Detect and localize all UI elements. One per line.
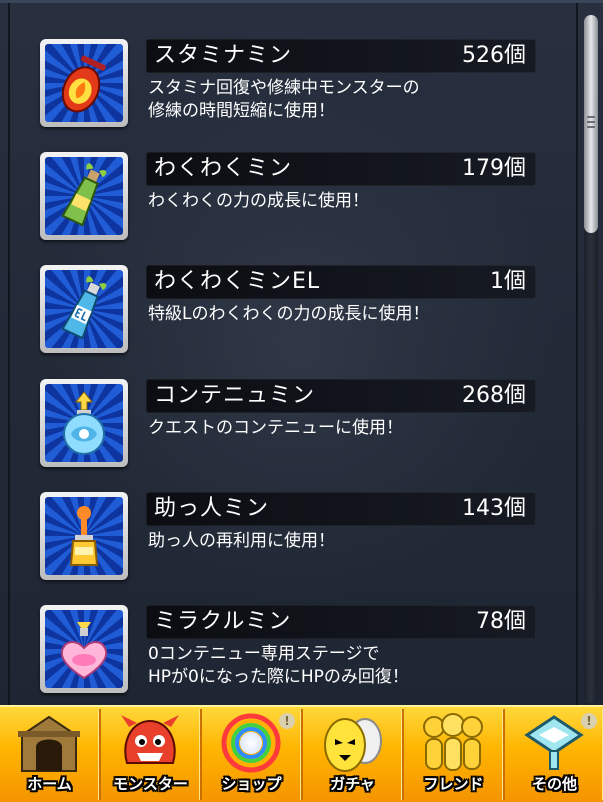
list-item-continue-min[interactable]: コンテニュミン 268個 クエストのコンテニューに使用！ <box>40 379 540 477</box>
item-description: 特級Lのわくわくの力の成長に使用！ <box>148 304 430 324</box>
item-name: わくわくミンEL <box>154 269 321 294</box>
tab-friend[interactable]: フレンド <box>404 709 505 800</box>
item-name: わくわくミン <box>154 156 293 181</box>
stamina-potion-icon <box>61 55 106 113</box>
item-name: コンテニュミン <box>154 383 316 408</box>
scrollbar[interactable] <box>584 15 598 703</box>
item-name: ミラクルミン <box>154 609 292 634</box>
notice-icon: ! <box>279 713 295 729</box>
item-name-bar: わくわくミン 179個 <box>146 152 536 186</box>
item-count: 268個 <box>462 383 526 408</box>
item-description: クエストのコンテニューに使用！ <box>148 418 403 438</box>
item-description: わくわくの力の成長に使用！ <box>148 191 369 211</box>
item-name: 助っ人ミン <box>154 496 270 521</box>
item-name: スタミナミン <box>154 43 293 68</box>
friends-icon <box>423 713 483 771</box>
others-icon <box>524 715 584 770</box>
list-item-miracle-min[interactable]: ミラクルミン 78個 0コンテニュー専用ステージで HPが0になった際にHPのみ… <box>40 605 540 703</box>
tab-shop[interactable]: ! ショップ <box>202 709 303 800</box>
item-icon-frame <box>40 152 128 240</box>
green-bottle-icon <box>61 163 107 227</box>
item-description: 0コンテニュー専用ステージで HPが0になった際にHPのみ回復！ <box>148 644 409 687</box>
item-count: 179個 <box>462 156 526 181</box>
tab-label: ショップ <box>221 775 282 793</box>
list-item-stamina-min[interactable]: スタミナミン 526個 スタミナ回復や修練中モンスターの 修練の時間短縮に使用！ <box>40 39 540 137</box>
item-name-bar: コンテニュミン 268個 <box>146 379 536 413</box>
rainbow-orb-icon <box>221 713 281 773</box>
el-bottle-icon <box>61 276 107 340</box>
list-item-wakuwaku-min[interactable]: わくわくミン 179個 わくわくの力の成長に使用！ <box>40 152 540 250</box>
tab-label: モンスター <box>113 775 188 793</box>
item-list-panel: スタミナミン 526個 スタミナ回復や修練中モンスターの 修練の時間短縮に使用！ <box>0 0 603 708</box>
item-count: 1個 <box>490 269 526 294</box>
list-item-wakuwaku-min-el[interactable]: わくわくミンEL 1個 特級Lのわくわくの力の成長に使用！ <box>40 265 540 363</box>
scroll-grip-line <box>587 121 595 123</box>
item-icon-frame <box>40 379 128 467</box>
scroll-grip-line <box>587 126 595 128</box>
tab-label: フレンド <box>423 775 484 793</box>
notice-icon: ! <box>581 713 597 729</box>
item-name-bar: わくわくミンEL 1個 <box>146 265 536 299</box>
helper-potion-icon <box>69 506 99 566</box>
continue-orb-icon <box>63 391 105 455</box>
monster-icon <box>121 715 179 764</box>
miracle-heart-icon <box>60 622 108 680</box>
tab-gacha[interactable]: ガチャ <box>303 709 404 800</box>
item-count: 78個 <box>476 609 526 634</box>
item-icon-frame <box>40 265 128 353</box>
item-description: 助っ人の再利用に使用！ <box>148 531 335 551</box>
item-name-bar: スタミナミン 526個 <box>146 39 536 73</box>
bottom-tab-bar: ホーム モンスター ! ショップ ガチャ フレンド ! その他 <box>0 705 603 802</box>
item-count: 526個 <box>462 43 526 68</box>
tab-label: その他 <box>531 775 577 793</box>
item-icon-frame <box>40 39 128 127</box>
list-item-helper-min[interactable]: 助っ人ミン 143個 助っ人の再利用に使用！ <box>40 492 540 590</box>
item-name-bar: ミラクルミン 78個 <box>146 605 536 639</box>
tab-label: ホーム <box>27 775 72 793</box>
item-count: 143個 <box>462 496 526 521</box>
home-gate-icon <box>18 715 80 772</box>
tab-monster[interactable]: モンスター <box>101 709 202 800</box>
gacha-egg-icon <box>324 718 382 772</box>
tab-others[interactable]: ! その他 <box>505 709 603 800</box>
item-icon-frame <box>40 492 128 580</box>
item-icon-frame <box>40 605 128 693</box>
item-name-bar: 助っ人ミン 143個 <box>146 492 536 526</box>
tab-home[interactable]: ホーム <box>0 709 101 800</box>
tab-label: ガチャ <box>330 775 375 793</box>
scroll-grip-line <box>587 116 595 118</box>
scroll-thumb[interactable] <box>584 15 598 233</box>
item-description: スタミナ回復や修練中モンスターの 修練の時間短縮に使用！ <box>148 78 420 121</box>
